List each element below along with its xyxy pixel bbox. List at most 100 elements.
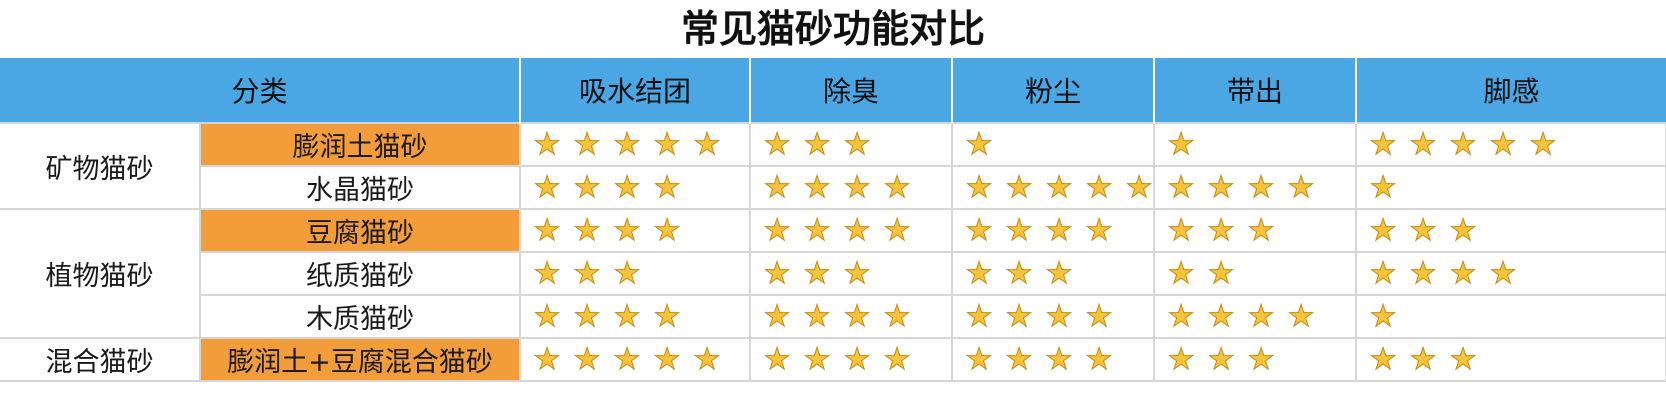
page-title: 常见猫砂功能对比 <box>680 7 985 51</box>
star-icon: ★ <box>1409 212 1437 248</box>
star-icon: ★ <box>803 169 831 205</box>
star-icon: ★ <box>653 126 681 162</box>
star-icon: ★ <box>1167 341 1195 377</box>
star-icon: ★ <box>1287 298 1315 334</box>
star-icon: ★ <box>1409 255 1437 291</box>
star-icon: ★ <box>803 341 831 377</box>
star-icon: ★ <box>1247 298 1275 334</box>
star-icon: ★ <box>573 169 601 205</box>
star-icon: ★ <box>803 126 831 162</box>
star-icon: ★ <box>803 298 831 334</box>
star-icon: ★ <box>763 212 791 248</box>
star-icon: ★ <box>653 341 681 377</box>
star-icon: ★ <box>1005 298 1033 334</box>
star-icon: ★ <box>1167 212 1195 248</box>
rating-cell: ★ <box>1355 294 1666 339</box>
rating-cell: ★ ★ <box>1153 251 1358 296</box>
rating-cell: ★ <box>951 122 1156 167</box>
category-cell: 矿物猫砂 <box>0 122 201 210</box>
litter-type-cell: 纸质猫砂 <box>198 251 522 296</box>
star-icon: ★ <box>883 341 911 377</box>
star-icon: ★ <box>1529 126 1557 162</box>
star-icon: ★ <box>965 341 993 377</box>
star-icon: ★ <box>763 298 791 334</box>
star-icon: ★ <box>1167 169 1195 205</box>
rating-cell: ★ ★ ★ ★ ★ <box>519 337 752 382</box>
star-icon: ★ <box>573 126 601 162</box>
star-icon: ★ <box>1005 255 1033 291</box>
star-icon: ★ <box>763 341 791 377</box>
star-icon: ★ <box>843 212 871 248</box>
star-icon: ★ <box>1125 169 1153 205</box>
star-icon: ★ <box>1085 169 1113 205</box>
star-icon: ★ <box>803 255 831 291</box>
star-icon: ★ <box>1247 212 1275 248</box>
star-icon: ★ <box>1369 255 1397 291</box>
star-icon: ★ <box>1449 341 1477 377</box>
star-icon: ★ <box>843 255 871 291</box>
rating-cell: ★ ★ ★ <box>519 251 752 296</box>
rating-cell: ★ ★ ★ ★ ★ <box>1355 122 1666 167</box>
star-icon: ★ <box>965 212 993 248</box>
star-icon: ★ <box>1005 212 1033 248</box>
star-icon: ★ <box>1167 255 1195 291</box>
header-deodorize: 除臭 <box>750 58 954 123</box>
star-icon: ★ <box>843 126 871 162</box>
star-icon: ★ <box>533 255 561 291</box>
star-icon: ★ <box>883 298 911 334</box>
star-icon: ★ <box>533 341 561 377</box>
star-icon: ★ <box>843 341 871 377</box>
rating-cell: ★ ★ ★ ★ <box>519 208 752 253</box>
star-icon: ★ <box>1005 341 1033 377</box>
rating-cell: ★ ★ ★ ★ <box>1355 251 1666 296</box>
star-icon: ★ <box>965 169 993 205</box>
rating-cell: ★ ★ ★ ★ <box>519 294 752 339</box>
star-icon: ★ <box>1085 212 1113 248</box>
rating-cell: ★ ★ ★ ★ ★ <box>951 165 1156 210</box>
table-row: 矿物猫砂 膨润土猫砂 ★ ★ ★ ★ ★ ★ ★ ★ ★ ★ ★ ★ ★ ★ ★ <box>0 122 1666 210</box>
rating-cell: ★ ★ ★ ★ <box>1153 165 1358 210</box>
star-icon: ★ <box>573 255 601 291</box>
star-icon: ★ <box>883 212 911 248</box>
star-icon: ★ <box>1369 212 1397 248</box>
star-icon: ★ <box>1085 298 1113 334</box>
table-body: 矿物猫砂 膨润土猫砂 ★ ★ ★ ★ ★ ★ ★ ★ ★ ★ ★ ★ ★ ★ ★ 水晶猫砂 ★ ★ ★ ★ ★ ★ ★ ★ ★ ★ ★ ★… <box>0 122 1666 382</box>
header-tracking: 带出 <box>1154 58 1358 123</box>
star-icon: ★ <box>965 126 993 162</box>
star-icon: ★ <box>1045 298 1073 334</box>
rating-cell: ★ ★ ★ ★ <box>749 208 954 253</box>
table-row: 混合猫砂 膨润土+豆腐混合猫砂 ★ ★ ★ ★ ★ ★ ★ ★ ★ ★ ★ ★ ★ ★ ★ ★ ★ ★ ★ <box>0 337 1666 382</box>
star-icon: ★ <box>1247 341 1275 377</box>
rating-cell: ★ ★ ★ ★ <box>951 337 1156 382</box>
star-icon: ★ <box>533 126 561 162</box>
star-icon: ★ <box>613 298 641 334</box>
rating-cell: ★ ★ ★ ★ <box>951 208 1156 253</box>
rating-cell: ★ ★ ★ <box>1153 208 1358 253</box>
star-icon: ★ <box>1167 126 1195 162</box>
star-icon: ★ <box>1369 341 1397 377</box>
rating-cell: ★ ★ ★ <box>951 251 1156 296</box>
table-row: 植物猫砂 豆腐猫砂 ★ ★ ★ ★ ★ ★ ★ ★ ★ ★ ★ ★ ★ ★ ★ ★ ★ ★ <box>0 208 1666 339</box>
rating-cell: ★ ★ ★ ★ <box>1153 294 1358 339</box>
star-icon: ★ <box>613 212 641 248</box>
star-icon: ★ <box>1489 126 1517 162</box>
star-icon: ★ <box>763 126 791 162</box>
star-icon: ★ <box>653 169 681 205</box>
star-icon: ★ <box>1247 169 1275 205</box>
rating-cell: ★ ★ ★ ★ <box>951 294 1156 339</box>
comparison-table: 分类 吸水结团 除臭 粉尘 带出 脚感 矿物猫砂 膨润土猫砂 ★ ★ ★ ★ ★ ★ ★ ★ ★ ★ ★… <box>0 58 1666 382</box>
star-icon: ★ <box>1005 169 1033 205</box>
star-icon: ★ <box>1085 341 1113 377</box>
header-row: 分类 吸水结团 除臭 粉尘 带出 脚感 <box>0 58 1666 123</box>
category-cell: 植物猫砂 <box>0 208 201 339</box>
star-icon: ★ <box>1207 341 1235 377</box>
star-icon: ★ <box>693 126 721 162</box>
rating-cell: ★ <box>1153 122 1358 167</box>
header-water-clumping: 吸水结团 <box>520 58 752 123</box>
star-icon: ★ <box>883 169 911 205</box>
star-icon: ★ <box>1207 255 1235 291</box>
star-icon: ★ <box>1449 255 1477 291</box>
rating-cell: ★ ★ ★ ★ <box>749 294 954 339</box>
star-icon: ★ <box>1045 169 1073 205</box>
star-icon: ★ <box>1045 212 1073 248</box>
